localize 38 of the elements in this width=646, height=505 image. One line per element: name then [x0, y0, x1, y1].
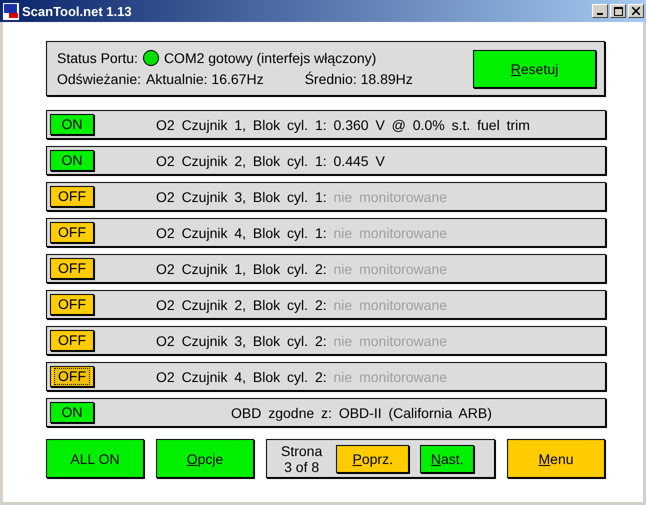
toggle-button[interactable]: ON [50, 402, 94, 423]
average-rate: Średnio: 18.89Hz [304, 71, 413, 87]
port-status-text: COM2 gotowy (interfejs włączony) [164, 50, 376, 66]
sensor-reading: O2 Czujnik 3, Blok cyl. 2: nie monitorowane [156, 332, 448, 348]
toggle-button[interactable]: OFF [50, 366, 94, 387]
menu-button[interactable]: Menu [507, 439, 605, 478]
maximize-button[interactable] [610, 4, 626, 18]
sensor-reading: O2 Czujnik 2, Blok cyl. 1: 0.445 V [156, 152, 385, 168]
next-button[interactable]: Nast. [420, 444, 474, 472]
toggle-button[interactable]: OFF [50, 330, 94, 351]
reset-button[interactable]: Resetuj [473, 50, 596, 88]
minimize-button[interactable] [592, 4, 608, 18]
sensor-reading: O2 Czujnik 2, Blok cyl. 2: nie monitorowane [156, 296, 448, 312]
maximize-icon [614, 6, 622, 16]
toggle-button[interactable]: OFF [50, 294, 94, 315]
toggle-button[interactable]: OFF [50, 186, 94, 207]
sensor-reading: O2 Czujnik 1, Blok cyl. 2: nie monitorowane [156, 260, 448, 276]
page-count: 3 of 8 [284, 458, 320, 474]
close-icon [632, 7, 640, 15]
current-rate: Aktualnie: 16.67Hz [146, 71, 264, 87]
all-on-button[interactable]: ALL ON [46, 439, 144, 478]
sensor-reading: O2 Czujnik 3, Blok cyl. 1: nie monitorowane [156, 188, 448, 204]
sensor-reading: O2 Czujnik 1, Blok cyl. 1: 0.360 V @ 0.0% s.t. fuel trim [156, 116, 530, 132]
options-button[interactable]: Opcje [156, 439, 254, 478]
previous-button[interactable]: Poprz. [336, 444, 410, 472]
port-status-label: Status Portu: [57, 50, 138, 66]
sensor-reading: O2 Czujnik 4, Blok cyl. 2: nie monitorowane [156, 368, 448, 384]
sensor-reading: O2 Czujnik 4, Blok cyl. 1: nie monitorowane [156, 224, 448, 240]
toggle-button[interactable]: OFF [50, 258, 94, 279]
obd-compliance-text: OBD zgodne z: OBD-II (California ARB) [231, 404, 492, 420]
close-button[interactable] [628, 4, 644, 18]
toggle-button[interactable]: OFF [50, 222, 94, 243]
refresh-label: Odświeżanie: [57, 71, 142, 87]
page-label: Strona [281, 442, 322, 458]
toggle-button[interactable]: ON [50, 150, 94, 171]
window-title: ScanTool.net 1.13 [22, 4, 133, 18]
app-logo-icon [3, 2, 19, 20]
toggle-button[interactable]: ON [50, 114, 94, 135]
